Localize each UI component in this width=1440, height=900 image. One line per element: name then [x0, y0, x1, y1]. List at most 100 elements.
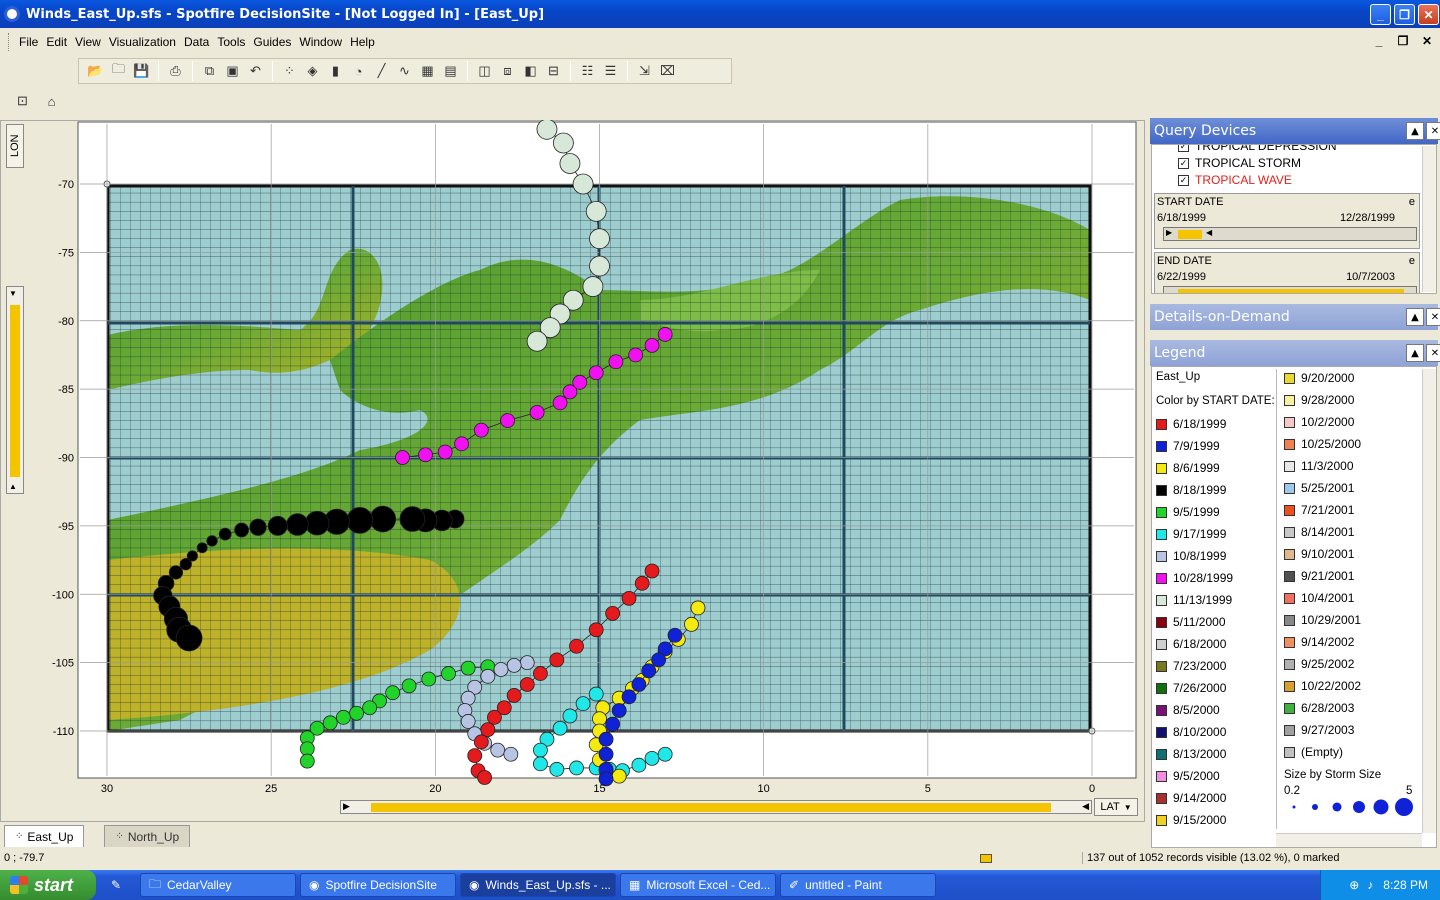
mdi-restore-button[interactable]: ❐ — [1394, 32, 1412, 50]
taskbar-item-cedarvalley[interactable]: 🗀 CedarValley — [140, 873, 296, 897]
minimize-button[interactable]: _ — [1370, 4, 1391, 25]
storm-point[interactable] — [175, 624, 203, 652]
legend-item[interactable]: 7/23/2000 — [1156, 659, 1226, 673]
storm-point[interactable] — [644, 563, 660, 579]
storm-point[interactable] — [621, 590, 637, 606]
storm-point[interactable] — [349, 705, 364, 721]
legend-item[interactable]: 8/6/1999 — [1156, 461, 1220, 475]
storm-point[interactable] — [506, 688, 522, 703]
menu-visualization[interactable]: Visualization — [105, 35, 180, 49]
storm-point[interactable] — [572, 173, 594, 195]
storm-point[interactable] — [460, 660, 476, 676]
slider-left-arrow-icon[interactable]: ◀ — [1206, 228, 1212, 237]
storm-point[interactable] — [487, 709, 502, 725]
pen-icon[interactable]: ✎ — [111, 878, 121, 892]
storm-point[interactable] — [533, 742, 548, 758]
storm-point[interactable] — [362, 700, 378, 716]
storm-point[interactable] — [401, 678, 417, 694]
restore-button[interactable]: ❐ — [1394, 4, 1415, 25]
storm-point[interactable] — [460, 714, 476, 729]
line-chart-icon[interactable]: ╱ — [371, 61, 392, 82]
storm-point[interactable] — [179, 558, 192, 571]
checkbox-tropical-wave[interactable]: ✓ TROPICAL WAVE — [1178, 173, 1292, 187]
end-date-range-slider[interactable]: END DATE e 6/22/1999 10/7/2003 — [1154, 252, 1420, 293]
range-track[interactable]: ▶ ◀ — [1163, 227, 1417, 241]
storm-point[interactable] — [299, 753, 315, 769]
range-track[interactable] — [1163, 286, 1417, 293]
storm-point[interactable] — [667, 627, 683, 643]
menu-window[interactable]: Window — [295, 35, 346, 49]
storm-point[interactable] — [493, 662, 509, 677]
heat-map-icon[interactable]: ▦ — [417, 61, 438, 82]
legend-item[interactable]: 9/10/2001 — [1284, 547, 1354, 561]
legend-item[interactable]: 5/25/2001 — [1284, 481, 1354, 495]
mdi-minimize-button[interactable]: _ — [1370, 32, 1388, 50]
storm-point[interactable] — [249, 518, 267, 536]
storm-point[interactable] — [206, 535, 218, 547]
legend-item[interactable]: 10/2/2000 — [1284, 415, 1354, 429]
storm-point[interactable] — [218, 527, 232, 541]
legend-item[interactable]: 6/28/2003 — [1284, 701, 1354, 715]
storm-point[interactable] — [335, 709, 351, 725]
list-icon[interactable]: ☰ — [600, 61, 621, 82]
storm-point[interactable] — [454, 436, 470, 452]
legend-item[interactable]: 7/26/2000 — [1156, 681, 1226, 695]
storm-point[interactable] — [588, 686, 604, 702]
storm-point[interactable] — [490, 742, 506, 758]
storm-point[interactable] — [657, 327, 673, 342]
storm-point[interactable] — [322, 715, 338, 731]
cascade-icon[interactable]: ⧈ — [497, 61, 518, 82]
storm-point[interactable] — [477, 770, 492, 785]
storm-point[interactable] — [589, 228, 610, 250]
storm-point[interactable] — [569, 638, 584, 654]
storm-point[interactable] — [304, 510, 330, 536]
storm-point[interactable] — [536, 120, 558, 140]
copy-icon[interactable]: ⧉ — [199, 61, 220, 82]
storm-point[interactable] — [634, 575, 650, 591]
legend-item[interactable]: 7/9/1999 — [1156, 439, 1220, 453]
mdi-close-button[interactable]: ✕ — [1418, 32, 1436, 50]
menu-file[interactable]: File — [15, 35, 42, 49]
storm-point[interactable] — [641, 663, 657, 679]
table-icon[interactable]: ▤ — [440, 61, 461, 82]
range-fill[interactable] — [1178, 230, 1202, 239]
storm-point[interactable] — [611, 703, 627, 718]
storm-point[interactable] — [473, 422, 489, 438]
open-data-icon[interactable]: 🗀 — [108, 61, 129, 82]
menu-data[interactable]: Data — [180, 35, 213, 49]
storm-point[interactable] — [585, 200, 607, 222]
legend-item[interactable]: 9/27/2003 — [1284, 723, 1354, 737]
legend-item[interactable]: 6/18/2000 — [1156, 637, 1226, 651]
x-range-fill[interactable] — [371, 803, 1051, 812]
print-icon[interactable]: ⎙ — [165, 61, 186, 82]
storm-point[interactable] — [552, 720, 568, 736]
storm-point[interactable] — [526, 330, 548, 352]
storm-point[interactable] — [519, 677, 535, 692]
properties-icon[interactable]: ☷ — [577, 61, 598, 82]
menu-edit[interactable]: Edit — [42, 35, 71, 49]
storm-point[interactable] — [608, 354, 624, 370]
storm-point[interactable] — [582, 276, 604, 297]
storm-point[interactable] — [369, 505, 397, 533]
guide-icon[interactable]: ⊡ — [12, 91, 33, 112]
menu-view[interactable]: View — [71, 35, 105, 49]
bar-chart-icon[interactable]: ▮ — [325, 61, 346, 82]
legend-item[interactable]: 9/28/2000 — [1284, 393, 1354, 407]
storm-point[interactable] — [480, 722, 496, 738]
storm-point[interactable] — [473, 734, 489, 750]
storm-point[interactable] — [418, 447, 433, 463]
storm-point[interactable] — [657, 746, 673, 762]
storm-point[interactable] — [559, 153, 581, 174]
legend-item[interactable]: (Empty) — [1284, 745, 1343, 759]
legend-item[interactable]: 10/25/2000 — [1284, 437, 1361, 451]
storm-point[interactable] — [552, 132, 574, 154]
network-icon[interactable]: ⊕ — [1349, 878, 1359, 892]
close-icon[interactable]: ✕ — [1426, 344, 1440, 362]
checkbox-box[interactable]: ✓ — [1178, 157, 1189, 169]
close-button[interactable]: ✕ — [1418, 4, 1439, 25]
storm-point[interactable] — [552, 395, 568, 411]
legend-scrollbar[interactable] — [1422, 369, 1436, 833]
storm-point[interactable] — [631, 757, 647, 773]
storm-point[interactable] — [562, 384, 578, 400]
storm-point[interactable] — [631, 677, 647, 692]
